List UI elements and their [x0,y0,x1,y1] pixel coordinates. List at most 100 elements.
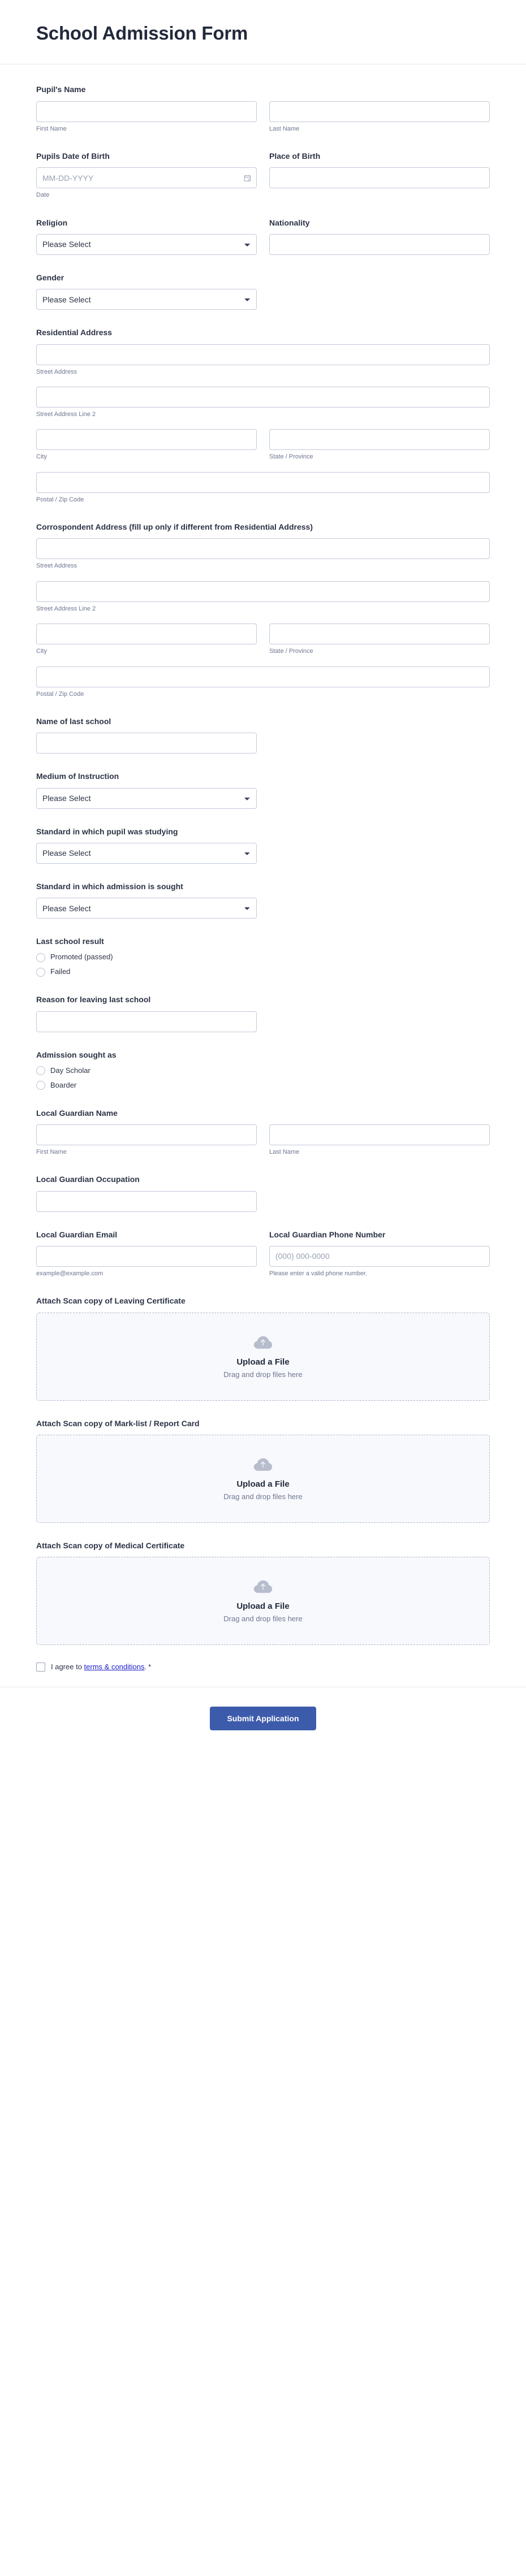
field-residential-address: Residential Address Street Address Stree… [36,327,490,504]
field-upload-marklist: Attach Scan copy of Mark-list / Report C… [36,1418,490,1523]
admission-form-page: School Admission Form Pupil's Name First… [0,0,526,1756]
medium-of-instruction-select[interactable]: Please Select [36,787,257,809]
dropzone-medical-certificate[interactable]: Upload a File Drag and drop files here [36,1557,490,1646]
place-of-birth-input[interactable] [269,167,490,189]
standard-studying-group: Please Select [36,842,257,864]
field-gender: Gender Please Select [36,272,490,310]
standard-sought-select[interactable]: Please Select [36,898,257,919]
terms-agreement-checkbox[interactable] [36,1663,45,1672]
terms-agreement-row: I agree to terms & conditions. * [36,1662,490,1672]
sublabel-first-name: First Name [36,125,67,132]
reason-leaving-group [36,1011,257,1032]
guardian-occupation-input[interactable] [36,1190,257,1212]
submit-application-button[interactable]: Submit Application [210,1706,316,1731]
radio-admission-boarder[interactable]: Boarder [36,1081,490,1090]
field-religion-nationality: Religion Nationality Please Select [36,217,490,255]
field-label-correspondent-address: Corrospondent Address (fill up only if d… [36,522,313,532]
radio-last-school-result-promoted[interactable]: Promoted (passed) [36,953,490,962]
radio-circle-icon[interactable] [36,1081,45,1090]
field-label-standard-studying: Standard in which pupil was studying [36,826,178,836]
sublabel-street-address: Street Address [36,562,77,570]
terms-and-conditions-link[interactable]: terms & conditions [84,1663,145,1671]
pupils-last-name-input[interactable] [269,101,490,122]
cloud-upload-icon [253,1335,273,1349]
radio-label: Failed [50,967,71,976]
nationality-input[interactable] [269,233,490,255]
guardian-phone-input[interactable] [269,1245,490,1267]
dropzone-subtitle: Drag and drop files here [223,1370,303,1379]
last-school-input[interactable] [36,733,257,754]
sublabel-city: City [36,453,47,461]
radio-last-school-result-failed[interactable]: Failed [36,967,490,977]
correspondent-state-group: State / Province [269,624,490,656]
guardian-email-input[interactable] [36,1245,257,1267]
radio-circle-icon[interactable] [36,953,45,962]
correspondent-street-input[interactable] [36,538,490,560]
field-label-guardian-email: Local Guardian Email [36,1229,118,1239]
field-label-last-school-result: Last school result [36,937,104,946]
terms-agreement-prefix: I agree to [51,1663,84,1672]
dob-input[interactable] [36,167,257,189]
residential-zip-input[interactable] [36,471,490,493]
reason-leaving-input[interactable] [36,1011,257,1032]
sublabel-city: City [36,648,47,655]
pupils-first-name-input[interactable] [36,101,257,122]
field-label-upload-leaving-certificate: Attach Scan copy of Leaving Certificate [36,1296,186,1306]
correspondent-city-input[interactable] [36,624,257,645]
sublabel-guardian-phone-hint: Please enter a valid phone number. [269,1270,368,1277]
field-label-place-of-birth: Place of Birth [269,151,321,161]
correspondent-zip-input[interactable] [36,666,490,687]
standard-studying-select[interactable]: Please Select [36,842,257,864]
correspondent-zip-group: Postal / Zip Code [36,666,490,699]
admission-sought-as-radio-group: Day Scholar Boarder [36,1066,490,1090]
correspondent-street2-input[interactable] [36,581,490,602]
field-label-gender: Gender [36,272,64,282]
residential-state-group: State / Province [269,429,490,461]
residential-city-input[interactable] [36,429,257,451]
guardian-email-group: example@example.com [36,1245,257,1278]
field-dob-place: Pupils Date of Birth Place of Birth MM-D… [36,150,490,200]
residential-street2-group: Street Address Line 2 [36,386,490,419]
field-label-residential-address: Residential Address [36,328,113,337]
dropzone-subtitle: Drag and drop files here [223,1492,303,1501]
cloud-upload-icon [253,1457,273,1471]
guardian-occupation-group [36,1190,257,1212]
field-label-guardian-name: Local Guardian Name [36,1108,118,1118]
field-label-guardian-phone: Local Guardian Phone Number [269,1229,386,1239]
religion-select[interactable]: Please Select [36,233,257,255]
radio-circle-icon[interactable] [36,1066,45,1076]
field-label-guardian-occupation: Local Guardian Occupation [36,1175,140,1184]
form-footer: Submit Application [0,1686,526,1756]
pupils-last-name-group: Last Name [269,101,490,133]
guardian-phone-group: Please enter a valid phone number. [269,1245,490,1278]
correspondent-state-input[interactable] [269,624,490,645]
field-label-upload-marklist: Attach Scan copy of Mark-list / Report C… [36,1418,200,1428]
dropzone-marklist[interactable]: Upload a File Drag and drop files here [36,1434,490,1523]
required-asterisk: * [148,1663,152,1672]
field-label-nationality: Nationality [269,218,310,227]
dropzone-leaving-certificate[interactable]: Upload a File Drag and drop files here [36,1312,490,1401]
terms-agreement-suffix: . [144,1663,147,1672]
residential-street2-input[interactable] [36,386,490,408]
gender-select[interactable]: Please Select [36,289,257,310]
page-title: School Admission Form [36,23,248,44]
sublabel-postal-zip: Postal / Zip Code [36,496,84,503]
field-label-upload-medical: Attach Scan copy of Medical Certificate [36,1540,185,1550]
guardian-first-name-input[interactable] [36,1124,257,1145]
residential-street-input[interactable] [36,344,490,365]
sublabel-state-province: State / Province [269,648,313,655]
guardian-last-name-input[interactable] [269,1124,490,1145]
field-label-standard-sought: Standard in which admission is sought [36,881,183,891]
guardian-last-name-group: Last Name [269,1124,490,1157]
form-header: School Admission Form [0,0,526,65]
field-label-pupils-name: Pupil's Name [36,85,86,94]
field-standard-studying: Standard in which pupil was studying Ple… [36,826,490,864]
radio-label: Promoted (passed) [50,953,113,962]
radio-circle-icon[interactable] [36,967,45,977]
field-label-reason-leaving: Reason for leaving last school [36,995,151,1005]
guardian-first-name-group: First Name [36,1124,257,1157]
residential-state-input[interactable] [269,429,490,451]
radio-admission-day-scholar[interactable]: Day Scholar [36,1066,490,1076]
dropzone-title: Upload a File [236,1601,290,1612]
field-label-medium-of-instruction: Medium of Instruction [36,772,119,781]
